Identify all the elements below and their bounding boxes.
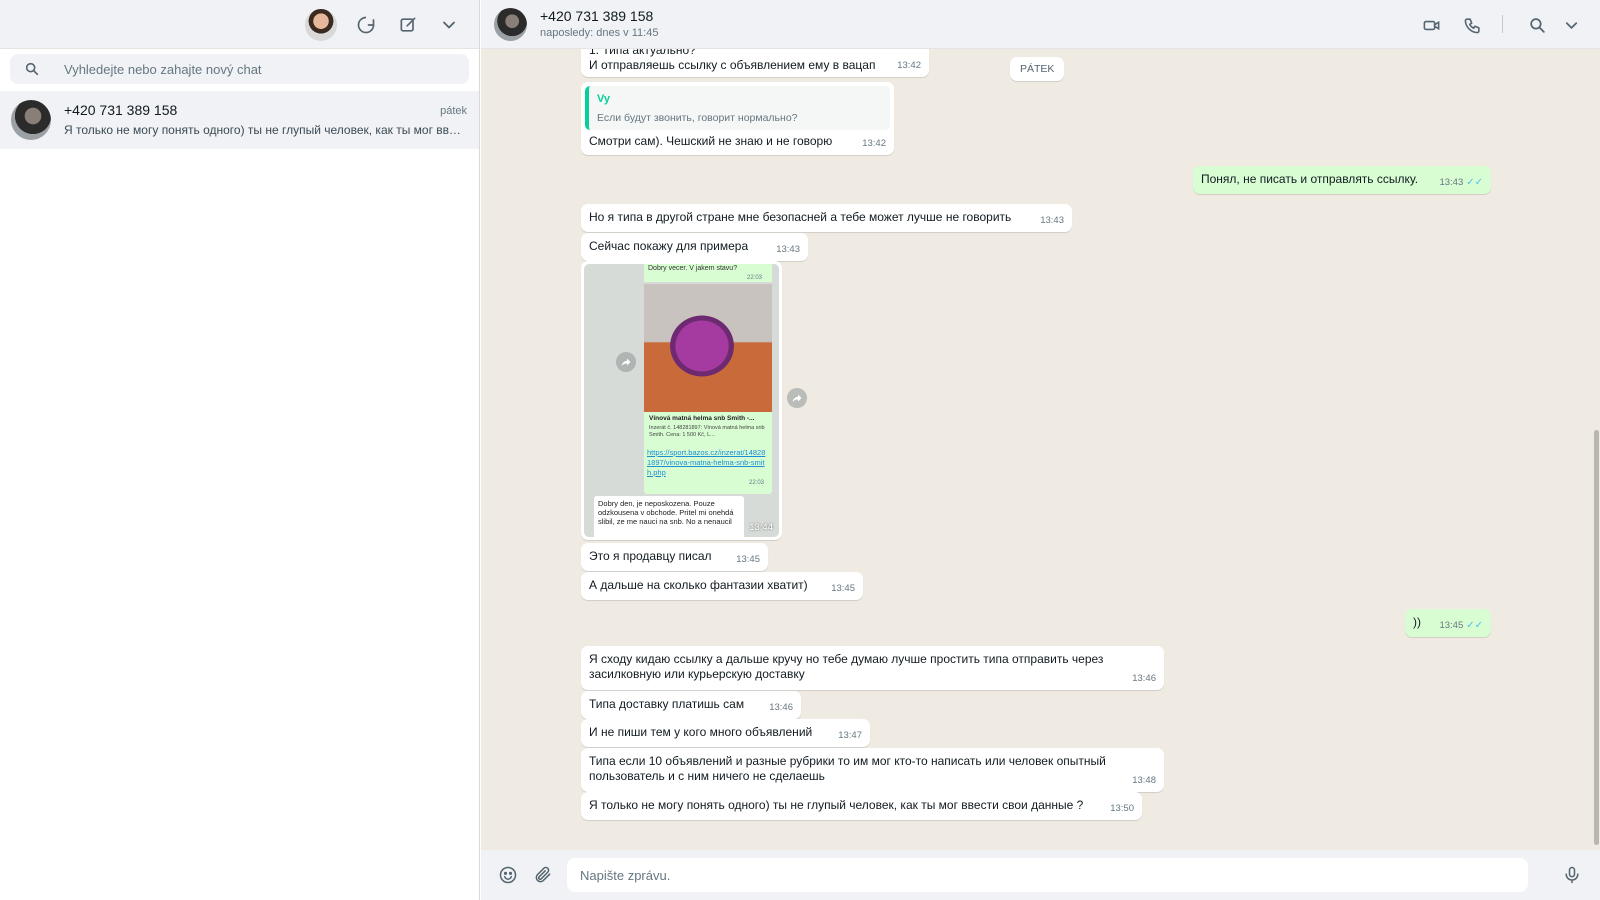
- message-time: 13:48: [1132, 775, 1156, 786]
- chat-menu-chevron-icon[interactable]: [1558, 12, 1584, 38]
- search-icon: [25, 62, 39, 76]
- emoji-icon[interactable]: [495, 862, 521, 888]
- shot-link: https://sport.bazos.cz/inzerat/148281897…: [647, 448, 766, 477]
- message-incoming[interactable]: Типа если 10 объявлений и разные рубрики…: [581, 748, 1164, 792]
- date-chip: PÁTEK: [1010, 57, 1065, 81]
- message-text: И отправляешь ссылку с объявлением ему в…: [589, 58, 876, 72]
- contact-name[interactable]: +420 731 389 158: [540, 8, 653, 24]
- shot-title: Vínová matná helma snb Smith -...: [649, 415, 755, 422]
- header-divider: [1502, 15, 1503, 33]
- shot-top-time: 22:03: [746, 275, 762, 281]
- quoted-message[interactable]: Vy Если будут звонить, говорит нормально…: [585, 86, 890, 130]
- chat-avatar: [11, 100, 51, 140]
- chat-time: pátek: [440, 105, 467, 117]
- screenshot-image[interactable]: Dobry vecer. V jakem stavu? 22:03 Vínová…: [584, 264, 779, 537]
- message-text: Типа если 10 объявлений и разные рубрики…: [589, 754, 1106, 783]
- message-incoming[interactable]: Я сходу кидаю ссылку а дальше кручу но т…: [581, 646, 1164, 690]
- message-time: 13:45: [736, 554, 760, 565]
- message-outgoing[interactable]: Понял, не писать и отправлять ссылку. 13…: [1193, 166, 1491, 194]
- helmet-photo: [644, 284, 772, 412]
- video-call-icon[interactable]: [1418, 12, 1444, 38]
- sidebar-header: [0, 0, 479, 49]
- message-incoming[interactable]: Но я типа в другой стране мне безопасней…: [581, 204, 1072, 232]
- new-chat-icon[interactable]: [395, 12, 421, 38]
- message-time: 13:45 ✓✓: [1439, 620, 1483, 631]
- message-text: Смотри сам). Чешский не знаю и не говорю: [589, 134, 833, 148]
- message-incoming[interactable]: 1. Типа актуально? И отправляешь ссылку …: [581, 49, 929, 77]
- shot-top-text: Dobry vecer. V jakem stavu?: [648, 265, 738, 272]
- message-time: 13:43: [776, 244, 800, 255]
- chat-panel: +420 731 389 158 naposledy: dnes v 11:45…: [481, 0, 1600, 900]
- attach-icon[interactable]: [530, 862, 556, 888]
- message-time: 13:45: [831, 583, 855, 594]
- message-time: 13:50: [1110, 803, 1134, 814]
- message-time: 13:43 ✓✓: [1439, 177, 1483, 188]
- message-time: 13:46: [1132, 673, 1156, 684]
- chat-name: +420 731 389 158: [64, 102, 178, 118]
- shot-reply-text: Dobry den, je neposkozena. Pouze odzkous…: [594, 496, 744, 537]
- contact-status: naposledy: dnes v 11:45: [540, 27, 659, 39]
- message-incoming[interactable]: Это я продавцу писал 13:45: [581, 543, 768, 571]
- shot-link-bubble: Vínová matná helma snb Smith -... Inzerá…: [644, 284, 772, 494]
- search-row: [0, 49, 479, 91]
- forward-icon[interactable]: [787, 388, 807, 408]
- menu-chevron-icon[interactable]: [436, 12, 462, 38]
- message-text: Я только не могу понять одного) ты не гл…: [589, 798, 1084, 812]
- message-text: Это я продавцу писал: [589, 549, 712, 563]
- quote-author: Vy: [597, 93, 611, 105]
- message-time: 13:44: [749, 522, 773, 533]
- message-image[interactable]: Dobry vecer. V jakem stavu? 22:03 Vínová…: [581, 261, 782, 540]
- message-incoming[interactable]: Сейчас покажу для примера 13:43: [581, 233, 808, 261]
- read-ticks-icon: ✓✓: [1466, 177, 1483, 188]
- shot-link-time: 22:03: [748, 480, 764, 486]
- compose-bar: [481, 850, 1600, 900]
- message-text: И не пиши тем у кого много объявлений: [589, 725, 813, 739]
- read-ticks-icon: ✓✓: [1466, 620, 1483, 631]
- message-time: 13:47: [838, 730, 862, 741]
- message-time: 13:42: [897, 60, 921, 71]
- message-time: 13:43: [1040, 215, 1064, 226]
- chat-scrollbar[interactable]: [1594, 430, 1599, 845]
- contact-avatar[interactable]: [494, 8, 527, 41]
- status-icon[interactable]: [353, 12, 379, 38]
- shot-top-bubble: Dobry vecer. V jakem stavu? 22:03: [644, 264, 772, 282]
- message-time: 13:42: [862, 138, 886, 149]
- message-list[interactable]: 1. Типа актуально? И отправляешь ссылку …: [481, 49, 1600, 850]
- chat-list-item[interactable]: +420 731 389 158 pátek Я только не могу …: [0, 91, 479, 149]
- message-outgoing[interactable]: )) 13:45 ✓✓: [1405, 609, 1491, 637]
- message-incoming[interactable]: И не пиши тем у кого много объявлений 13…: [581, 719, 870, 747]
- shot-desc: Inzerát č. 148281897: Vínová matná helma…: [649, 425, 765, 438]
- message-text: Типа доставку платишь сам: [589, 697, 745, 711]
- search-input[interactable]: [64, 54, 464, 84]
- microphone-icon[interactable]: [1559, 862, 1585, 888]
- message-incoming[interactable]: А дальше на сколько фантазии хватит) 13:…: [581, 572, 863, 600]
- message-text: А дальше на сколько фантазии хватит): [589, 578, 808, 592]
- message-text: 1. Типа актуально?: [589, 49, 696, 57]
- message-incoming-reply[interactable]: Vy Если будут звонить, говорит нормально…: [581, 82, 894, 155]
- message-incoming[interactable]: Я только не могу понять одного) ты не гл…: [581, 792, 1142, 820]
- chat-preview: Я только не могу понять одного) ты не гл…: [64, 123, 464, 137]
- search-box: [10, 54, 469, 84]
- message-text: Но я типа в другой стране мне безопасней…: [589, 210, 1012, 224]
- message-time: 13:46: [769, 702, 793, 713]
- message-text: Я сходу кидаю ссылку а дальше кручу но т…: [589, 652, 1104, 681]
- my-avatar[interactable]: [305, 9, 337, 41]
- quote-text: Если будут звонить, говорит нормально?: [597, 112, 798, 124]
- sidebar: +420 731 389 158 pátek Я только не могу …: [0, 0, 480, 900]
- message-incoming[interactable]: Типа доставку платишь сам 13:46: [581, 691, 801, 719]
- voice-call-icon[interactable]: [1459, 12, 1485, 38]
- message-text: Сейчас покажу для примера: [589, 239, 749, 253]
- chat-search-icon[interactable]: [1524, 12, 1550, 38]
- message-input[interactable]: [567, 858, 1528, 892]
- chat-header[interactable]: +420 731 389 158 naposledy: dnes v 11:45: [481, 0, 1600, 49]
- share-icon[interactable]: [616, 352, 636, 372]
